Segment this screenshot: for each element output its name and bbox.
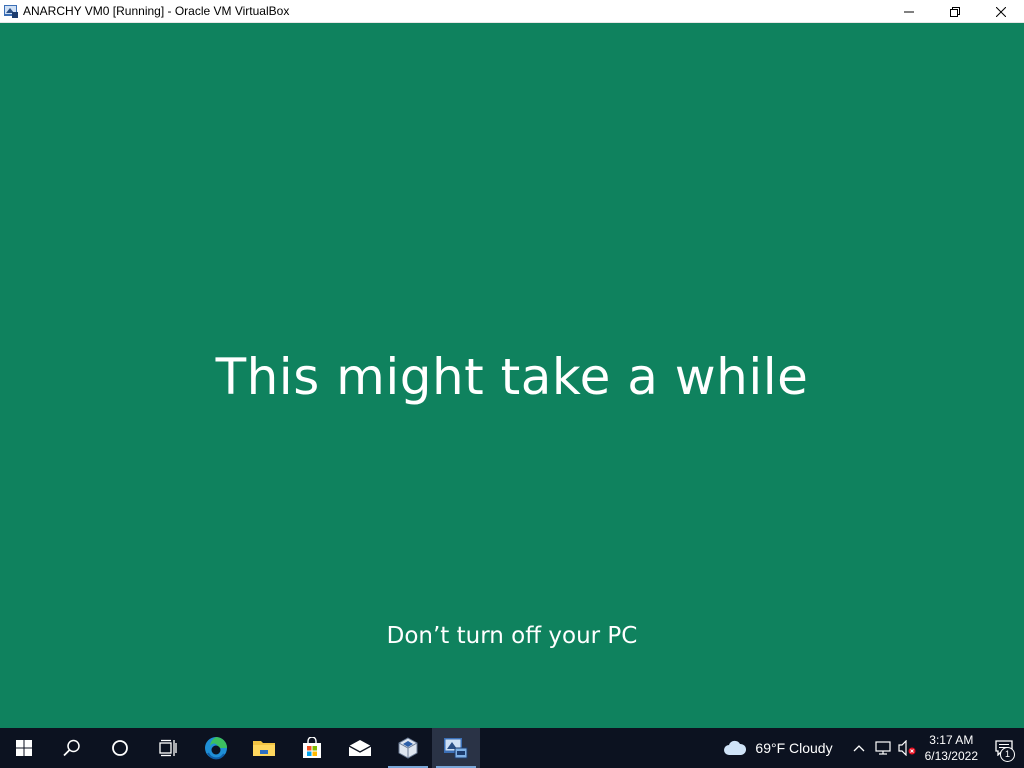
cloud-icon — [724, 740, 747, 755]
task-view-button[interactable] — [144, 728, 192, 768]
update-subline: Don’t turn off your PC — [386, 623, 638, 649]
notification-center-button[interactable]: 1 — [984, 728, 1024, 768]
folder-icon — [253, 741, 275, 756]
window-controls — [886, 0, 1024, 23]
notification-count-badge: 1 — [1000, 747, 1015, 762]
circle-icon — [112, 740, 128, 756]
vm-window-button[interactable] — [432, 728, 480, 768]
clock[interactable]: 3:17 AM 6/13/2022 — [925, 732, 978, 764]
search-button[interactable] — [48, 728, 96, 768]
minimize-button[interactable] — [886, 0, 932, 23]
close-button[interactable] — [978, 0, 1024, 23]
volume-button[interactable] — [895, 728, 919, 768]
virtualbox-vm-icon — [444, 738, 468, 759]
cortana-button[interactable] — [96, 728, 144, 768]
mail-button[interactable] — [336, 728, 384, 768]
search-icon — [63, 739, 80, 757]
weather-widget[interactable]: 69°F Cloudy — [723, 740, 833, 756]
virtualbox-cube-icon — [398, 737, 418, 759]
clock-time: 3:17 AM — [929, 733, 974, 747]
virtualbox-button[interactable] — [384, 728, 432, 768]
window-title: ANARCHY VM0 [Running] - Oracle VM Virtua… — [23, 4, 290, 18]
network-button[interactable] — [871, 728, 895, 768]
show-hidden-icons-button[interactable] — [847, 728, 871, 768]
update-headline: This might take a while — [215, 348, 809, 406]
minimize-icon — [904, 11, 914, 12]
close-icon — [996, 6, 1006, 17]
system-tray: 69°F Cloudy 3:17 AM 6/13/2022 1 — [723, 728, 1024, 768]
file-explorer-button[interactable] — [240, 728, 288, 768]
edge-button[interactable] — [192, 728, 240, 768]
chevron-up-icon — [853, 745, 865, 752]
edge-icon — [205, 737, 227, 760]
start-button[interactable] — [0, 728, 48, 768]
mail-icon — [348, 740, 372, 756]
store-button[interactable] — [288, 728, 336, 768]
vm-display[interactable]: This might take a while Don’t turn off y… — [0, 23, 1024, 728]
task-view-icon — [159, 739, 177, 757]
virtualbox-vm-icon — [3, 3, 19, 19]
volume-muted-icon — [898, 740, 916, 756]
store-bag-icon — [303, 737, 321, 758]
windows-logo-icon — [16, 740, 32, 756]
network-icon — [875, 741, 891, 755]
window-titlebar[interactable]: ANARCHY VM0 [Running] - Oracle VM Virtua… — [0, 0, 1024, 23]
weather-text: 69°F Cloudy — [755, 740, 833, 756]
restore-button[interactable] — [932, 0, 978, 23]
restore-icon — [950, 6, 960, 17]
taskbar: 69°F Cloudy 3:17 AM 6/13/2022 1 — [0, 728, 1024, 768]
clock-date: 6/13/2022 — [924, 749, 978, 763]
